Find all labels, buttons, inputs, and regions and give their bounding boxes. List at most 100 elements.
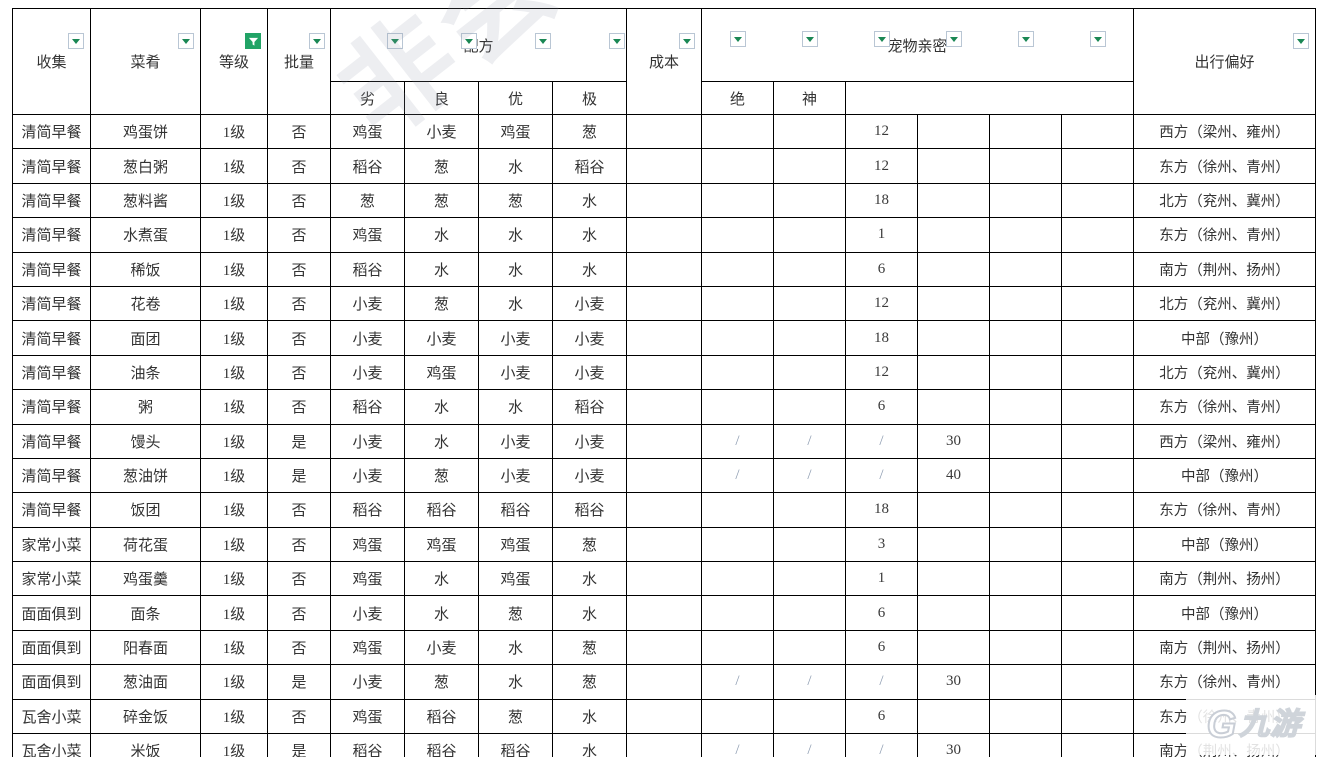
cell-intimacy-you[interactable]: / [845, 664, 918, 700]
cell-intimacy-shen[interactable] [1061, 733, 1134, 757]
cell-recipe-3[interactable]: 水 [478, 251, 553, 287]
cell-level[interactable]: 1级 [200, 561, 268, 597]
cell-recipe-1[interactable]: 鸡蛋 [330, 526, 405, 563]
cell-intimacy-you[interactable]: 18 [845, 320, 918, 356]
cell-cost[interactable] [626, 664, 702, 700]
cell-batch[interactable]: 否 [267, 595, 331, 631]
cell-cost[interactable] [626, 285, 702, 322]
cell-dish[interactable]: 水煮蛋 [90, 217, 201, 253]
cell-travel-pref[interactable]: 北方（兖州、冀州） [1133, 182, 1316, 219]
cell-intimacy-lie[interactable] [701, 629, 774, 666]
cell-intimacy-lie[interactable] [701, 389, 774, 425]
cell-intimacy-jue[interactable] [989, 664, 1062, 700]
cell-dish[interactable]: 葱料酱 [90, 182, 201, 219]
cell-travel-pref[interactable]: 东方（徐州、青州） [1133, 664, 1316, 700]
cell-travel-pref[interactable]: 中部（豫州） [1133, 457, 1316, 494]
cell-recipe-4[interactable]: 葱 [552, 113, 627, 150]
cell-level[interactable]: 1级 [200, 113, 268, 150]
filter-dropdown-recipe3-icon[interactable] [535, 33, 551, 49]
cell-recipe-4[interactable]: 水 [552, 561, 627, 597]
cell-intimacy-ji[interactable] [917, 285, 990, 322]
cell-intimacy-you[interactable]: 1 [845, 217, 918, 253]
cell-intimacy-ji[interactable]: 30 [917, 423, 990, 459]
cell-recipe-1[interactable]: 稻谷 [330, 733, 405, 757]
cell-intimacy-liang[interactable] [773, 148, 846, 184]
cell-intimacy-jue[interactable] [989, 595, 1062, 631]
col-header-dish[interactable]: 菜肴 [90, 8, 201, 115]
cell-recipe-3[interactable]: 水 [478, 217, 553, 253]
cell-intimacy-liang[interactable] [773, 561, 846, 597]
cell-intimacy-ji[interactable] [917, 320, 990, 356]
cell-batch[interactable]: 否 [267, 113, 331, 150]
cell-level[interactable]: 1级 [200, 389, 268, 425]
cell-intimacy-lie[interactable]: / [701, 733, 774, 757]
cell-recipe-2[interactable]: 水 [404, 423, 479, 459]
cell-batch[interactable]: 否 [267, 285, 331, 322]
cell-dish[interactable]: 葱油饼 [90, 457, 201, 494]
cell-level[interactable]: 1级 [200, 217, 268, 253]
cell-intimacy-jue[interactable] [989, 698, 1062, 735]
cell-recipe-4[interactable]: 小麦 [552, 423, 627, 459]
filter-dropdown-recipe1-icon[interactable] [387, 33, 403, 49]
cell-intimacy-jue[interactable] [989, 148, 1062, 184]
cell-cost[interactable] [626, 389, 702, 425]
cell-recipe-1[interactable]: 小麦 [330, 423, 405, 459]
cell-intimacy-shen[interactable] [1061, 148, 1134, 184]
cell-batch[interactable]: 否 [267, 492, 331, 528]
cell-collect[interactable]: 清简早餐 [12, 182, 91, 219]
cell-recipe-1[interactable]: 鸡蛋 [330, 561, 405, 597]
cell-recipe-4[interactable]: 水 [552, 251, 627, 287]
cell-intimacy-lie[interactable]: / [701, 457, 774, 494]
cell-level[interactable]: 1级 [200, 733, 268, 757]
cell-recipe-2[interactable]: 水 [404, 217, 479, 253]
cell-dish[interactable]: 粥 [90, 389, 201, 425]
cell-intimacy-jue[interactable] [989, 423, 1062, 459]
cell-recipe-3[interactable]: 葱 [478, 698, 553, 735]
cell-recipe-1[interactable]: 稻谷 [330, 492, 405, 528]
cell-intimacy-you[interactable]: 18 [845, 182, 918, 219]
cell-level[interactable]: 1级 [200, 492, 268, 528]
cell-intimacy-ji[interactable]: 30 [917, 733, 990, 757]
cell-intimacy-jue[interactable] [989, 217, 1062, 253]
cell-cost[interactable] [626, 698, 702, 735]
cell-dish[interactable]: 面团 [90, 320, 201, 356]
cell-cost[interactable] [626, 492, 702, 528]
cell-recipe-1[interactable]: 小麦 [330, 320, 405, 356]
col-header-collect[interactable]: 收集 [12, 8, 91, 115]
cell-collect[interactable]: 清简早餐 [12, 389, 91, 425]
cell-recipe-2[interactable]: 鸡蛋 [404, 526, 479, 563]
cell-intimacy-shen[interactable] [1061, 457, 1134, 494]
cell-recipe-4[interactable]: 稻谷 [552, 492, 627, 528]
cell-intimacy-liang[interactable] [773, 285, 846, 322]
cell-travel-pref[interactable]: 中部（豫州） [1133, 320, 1316, 356]
cell-cost[interactable] [626, 148, 702, 184]
cell-collect[interactable]: 清简早餐 [12, 217, 91, 253]
cell-level[interactable]: 1级 [200, 354, 268, 391]
cell-intimacy-lie[interactable] [701, 320, 774, 356]
col-header-travel-pref[interactable]: 出行偏好 [1133, 8, 1316, 115]
cell-batch[interactable]: 否 [267, 698, 331, 735]
cell-recipe-2[interactable]: 水 [404, 389, 479, 425]
cell-level[interactable]: 1级 [200, 251, 268, 287]
cell-recipe-4[interactable]: 小麦 [552, 457, 627, 494]
cell-intimacy-you[interactable]: 12 [845, 148, 918, 184]
cell-travel-pref[interactable]: 南方（荆州、扬州） [1133, 629, 1316, 666]
cell-intimacy-you[interactable]: / [845, 733, 918, 757]
cell-collect[interactable]: 清简早餐 [12, 354, 91, 391]
cell-recipe-4[interactable]: 葱 [552, 629, 627, 666]
cell-cost[interactable] [626, 182, 702, 219]
cell-batch[interactable]: 否 [267, 389, 331, 425]
cell-cost[interactable] [626, 595, 702, 631]
cell-recipe-3[interactable]: 水 [478, 629, 553, 666]
cell-intimacy-shen[interactable] [1061, 182, 1134, 219]
cell-travel-pref[interactable]: 西方（梁州、雍州） [1133, 423, 1316, 459]
cell-recipe-2[interactable]: 葱 [404, 457, 479, 494]
cell-cost[interactable] [626, 354, 702, 391]
cell-intimacy-liang[interactable] [773, 113, 846, 150]
cell-intimacy-ji[interactable] [917, 595, 990, 631]
cell-intimacy-lie[interactable] [701, 492, 774, 528]
cell-intimacy-lie[interactable] [701, 698, 774, 735]
cell-intimacy-lie[interactable] [701, 354, 774, 391]
cell-intimacy-lie[interactable] [701, 526, 774, 563]
cell-batch[interactable]: 是 [267, 733, 331, 757]
